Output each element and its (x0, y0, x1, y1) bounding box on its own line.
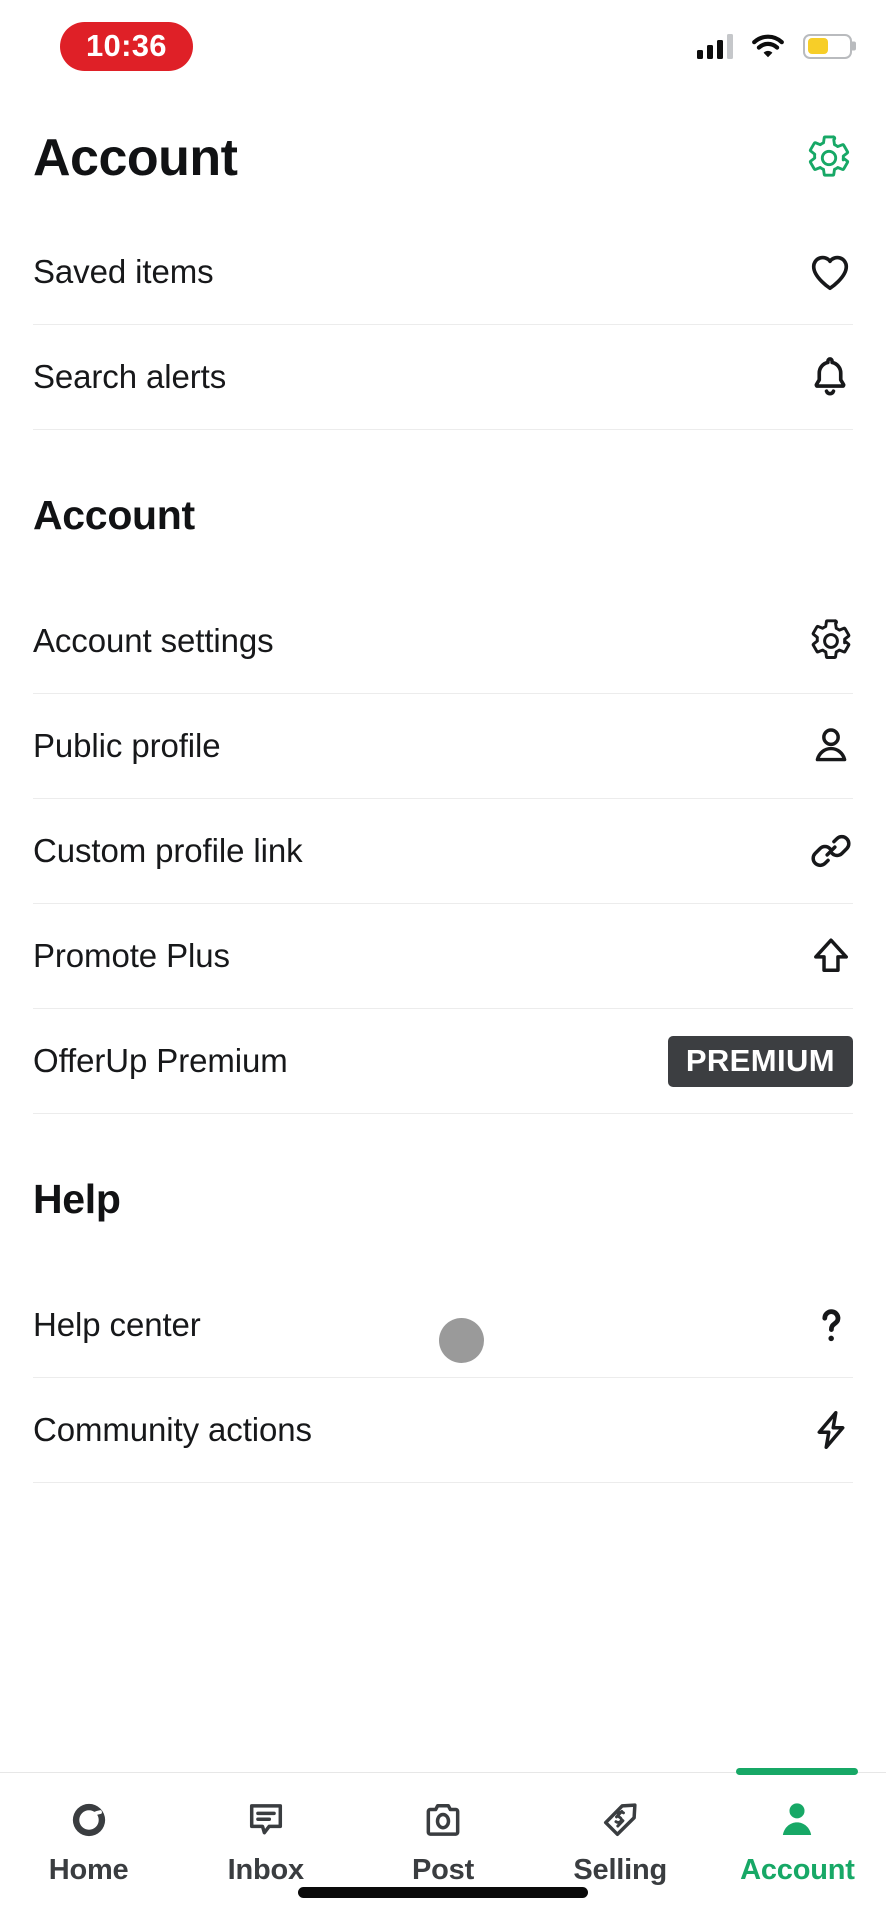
cellular-signal-icon (697, 33, 733, 59)
list-item-label: Search alerts (33, 358, 227, 395)
lightning-bolt-icon (809, 1408, 853, 1452)
tab-active-indicator (382, 1768, 504, 1775)
person-icon (809, 724, 853, 768)
heart-icon (807, 249, 853, 295)
chat-bubble-icon (244, 1795, 288, 1845)
tab-label: Post (411, 1854, 475, 1886)
person-filled-icon (775, 1795, 819, 1845)
account-scroll-content[interactable]: Account Saved items Search alerts Accoun… (0, 92, 886, 1772)
question-mark-icon (809, 1303, 853, 1347)
list-item-label: Public profile (33, 727, 221, 764)
status-badge-premium: PREMIUM (667, 1035, 853, 1087)
page-title: Account (33, 129, 238, 187)
offerup-logo-icon (67, 1795, 111, 1845)
tab-active-indicator (736, 1768, 859, 1775)
tab-active-indicator (205, 1768, 327, 1775)
page-header: Account (0, 92, 886, 196)
tab-active-indicator (559, 1768, 681, 1775)
status-bar: 10:36 (0, 0, 886, 92)
app-screen: 10:36 Account Saved items Search alerts … (0, 0, 886, 1920)
list-item-label: Promote Plus (33, 937, 230, 974)
status-bar-icons (697, 33, 852, 59)
tab-label: Home (48, 1854, 129, 1886)
status-bar-time-pill: 10:36 (60, 21, 193, 71)
list-item-offerup-premium[interactable]: OfferUp Premium PREMIUM (33, 1009, 853, 1114)
list-item-saved-items[interactable]: Saved items (33, 220, 853, 325)
list-item-label: Custom profile link (33, 832, 303, 869)
list-item-label: Account settings (33, 622, 274, 659)
gear-icon[interactable] (806, 135, 852, 181)
battery-icon (803, 33, 852, 59)
list-item-label: Saved items (33, 253, 214, 290)
section-title-account: Account (33, 492, 195, 538)
tab-label: Inbox (227, 1854, 305, 1886)
wifi-icon (752, 34, 784, 58)
section-title-help: Help (33, 1176, 121, 1222)
list-item-promote-plus[interactable]: Promote Plus (33, 904, 853, 1009)
list-item-custom-profile-link[interactable]: Custom profile link (33, 799, 853, 904)
tab-label: Account (740, 1854, 855, 1886)
list-item-search-alerts[interactable]: Search alerts (33, 325, 853, 430)
gear-icon (809, 619, 853, 663)
bell-icon (807, 354, 853, 400)
tab-account[interactable]: Account (709, 1768, 886, 1920)
list-item-label: Help center (33, 1306, 201, 1343)
list-item-label: Community actions (33, 1411, 312, 1448)
price-tag-icon (598, 1795, 642, 1845)
camera-icon (421, 1795, 465, 1845)
list-item-community-actions[interactable]: Community actions (33, 1378, 853, 1483)
list-item-label: OfferUp Premium (33, 1042, 288, 1079)
list-item-public-profile[interactable]: Public profile (33, 694, 853, 799)
link-icon (809, 829, 853, 873)
arrow-up-icon (809, 934, 853, 978)
touch-indicator (439, 1318, 484, 1363)
tab-home[interactable]: Home (0, 1773, 177, 1920)
tab-active-indicator (28, 1768, 150, 1775)
list-item-account-settings[interactable]: Account settings (33, 589, 853, 694)
tab-label: Selling (573, 1854, 668, 1886)
home-indicator (298, 1887, 588, 1898)
